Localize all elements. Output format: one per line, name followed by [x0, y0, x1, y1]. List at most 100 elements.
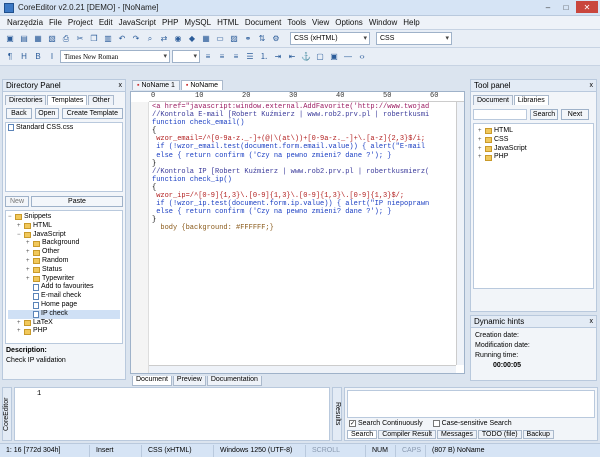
doctype-select[interactable]: CSS (xHTML)	[290, 32, 370, 45]
tree-item[interactable]: + Random	[8, 257, 120, 266]
comment-icon[interactable]: ‹›	[356, 51, 368, 63]
create-template-button[interactable]: Create Template	[61, 108, 123, 119]
tab-compiler-result[interactable]: Compiler Result	[378, 430, 436, 439]
form-icon[interactable]: ▭	[214, 33, 226, 45]
span-icon[interactable]: ▣	[328, 51, 340, 63]
tree-item[interactable]: Add to favourites	[8, 283, 120, 292]
maximize-button[interactable]: □	[558, 1, 574, 13]
open-file-icon[interactable]: ▤	[18, 33, 30, 45]
tab-document-lib[interactable]: Document	[473, 95, 513, 105]
tree-item[interactable]: + PHP	[478, 153, 589, 162]
tree-item[interactable]: Home page	[8, 301, 120, 310]
font-size-select[interactable]	[172, 50, 200, 63]
color-icon[interactable]: ◆	[186, 33, 198, 45]
indent-icon[interactable]: ⇥	[272, 51, 284, 63]
hr-icon[interactable]: ―	[342, 51, 354, 63]
paste-icon[interactable]: ▥	[102, 33, 114, 45]
language-select[interactable]: CSS	[376, 32, 452, 45]
new-button[interactable]: New	[5, 196, 29, 207]
tab-search[interactable]: Search	[347, 430, 378, 439]
menu-javascript[interactable]: JavaScript	[116, 18, 159, 27]
tab-document[interactable]: Document	[132, 376, 172, 386]
tab-preview[interactable]: Preview	[172, 376, 206, 386]
output-pane[interactable]: 1	[14, 387, 330, 441]
horizontal-scrollbar[interactable]	[149, 365, 456, 373]
undo-icon[interactable]: ↶	[116, 33, 128, 45]
minimize-button[interactable]: –	[540, 1, 556, 13]
tab-messages[interactable]: Messages	[436, 430, 477, 439]
outdent-icon[interactable]: ⇤	[286, 51, 298, 63]
results-list[interactable]	[347, 390, 595, 418]
cut-icon[interactable]: ✂	[74, 33, 86, 45]
heading-icon[interactable]: H	[18, 51, 30, 63]
div-icon[interactable]: ▢	[314, 51, 326, 63]
close-button[interactable]: ✕	[576, 1, 598, 13]
tree-item[interactable]: + JavaScript	[478, 145, 589, 154]
menu-window[interactable]: Window	[366, 18, 400, 27]
save-all-icon[interactable]: ▧	[46, 33, 58, 45]
menu-narzedzia[interactable]: Narzędzia	[4, 18, 46, 27]
tab-other[interactable]: Other	[88, 95, 114, 105]
browser-preview-icon[interactable]: ◉	[172, 33, 184, 45]
align-left-icon[interactable]: ≡	[202, 51, 214, 63]
code-text[interactable]: <a href="javascript:window.external.AddF…	[152, 103, 464, 233]
vertical-scrollbar[interactable]	[456, 102, 464, 365]
panel-close-icon[interactable]: x	[590, 318, 597, 325]
tree-item[interactable]: + Background	[8, 239, 120, 248]
align-right-icon[interactable]: ≡	[230, 51, 242, 63]
menu-mysql[interactable]: MySQL	[181, 18, 214, 27]
menu-html[interactable]: HTML	[214, 18, 242, 27]
paste-button[interactable]: Paste	[31, 196, 123, 207]
paragraph-icon[interactable]: ¶	[4, 51, 16, 63]
expander-icon[interactable]: +	[26, 248, 32, 257]
menu-edit[interactable]: Edit	[96, 18, 116, 27]
menu-document[interactable]: Document	[242, 18, 284, 27]
tab-noname-1[interactable]: ▪ NoName 1	[132, 80, 180, 90]
new-file-icon[interactable]: ▣	[4, 33, 16, 45]
tab-noname[interactable]: ▪ NoName	[180, 80, 223, 90]
tab-directories[interactable]: Directories	[5, 95, 47, 105]
expander-icon[interactable]: +	[26, 239, 32, 248]
tab-libraries[interactable]: Libraries	[513, 95, 549, 105]
tab-todo[interactable]: TODO (file)	[477, 430, 522, 439]
search-continuously-checkbox[interactable]: ✓ Search Continuously	[349, 420, 423, 427]
search-button[interactable]: Search	[530, 109, 558, 120]
tree-item[interactable]: + HTML	[478, 127, 589, 136]
menu-help[interactable]: Help	[400, 18, 422, 27]
redo-icon[interactable]: ↷	[130, 33, 142, 45]
tree-item[interactable]: − Snippets	[8, 213, 120, 222]
italic-icon[interactable]: I	[46, 51, 58, 63]
anchor-icon[interactable]: ⚓	[300, 51, 312, 63]
tree-item[interactable]: E-mail check	[8, 292, 120, 301]
tree-item[interactable]: + LaTeX	[8, 319, 120, 328]
back-button[interactable]: Back	[6, 108, 32, 119]
tree-item[interactable]: + Other	[8, 248, 120, 257]
expander-icon[interactable]: +	[17, 319, 23, 328]
expander-icon[interactable]: +	[26, 257, 32, 266]
align-center-icon[interactable]: ≡	[216, 51, 228, 63]
code-editor[interactable]: 0 10 20 30 40 50 60 <a href="javascript:…	[130, 91, 465, 374]
library-search-input[interactable]	[473, 109, 527, 120]
expander-icon[interactable]: +	[17, 327, 23, 336]
expander-icon[interactable]: +	[26, 275, 32, 284]
expander-icon[interactable]: −	[8, 213, 14, 222]
menu-project[interactable]: Project	[65, 18, 96, 27]
expander-icon[interactable]: −	[17, 231, 23, 240]
list-item[interactable]: Standard CSS.css	[8, 124, 120, 131]
copy-icon[interactable]: ❐	[88, 33, 100, 45]
bold-icon[interactable]: B	[32, 51, 44, 63]
image-icon[interactable]: ▨	[228, 33, 240, 45]
panel-close-icon[interactable]: x	[119, 82, 126, 89]
tree-item[interactable]: + Status	[8, 266, 120, 275]
tab-backup[interactable]: Backup	[522, 430, 554, 439]
tree-item[interactable]: IP check	[8, 309, 120, 319]
open-button[interactable]: Open	[34, 108, 59, 119]
case-sensitive-checkbox[interactable]: Case-sensitive Search	[432, 420, 512, 427]
expander-icon[interactable]: +	[17, 222, 23, 231]
numbered-list-icon[interactable]: ⒈	[258, 51, 270, 63]
menu-file[interactable]: File	[46, 18, 65, 27]
ftp-icon[interactable]: ⇅	[256, 33, 268, 45]
menu-php[interactable]: PHP	[159, 18, 181, 27]
tab-templates[interactable]: Templates	[47, 95, 88, 105]
link-icon[interactable]: ⚭	[242, 33, 254, 45]
